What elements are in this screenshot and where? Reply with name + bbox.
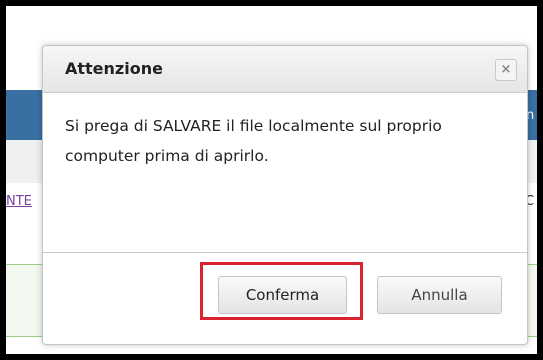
confirm-highlight-box	[200, 262, 363, 320]
dialog-message: Si prega di SALVARE il file localmente s…	[65, 117, 442, 165]
cancel-button[interactable]: Annulla	[377, 276, 502, 314]
dialog-title: Attenzione	[65, 59, 163, 78]
dialog-divider	[43, 252, 527, 253]
close-icon[interactable]: ×	[495, 59, 517, 81]
dialog-header: Attenzione ×	[43, 46, 527, 93]
background-link-fragment: NTE	[6, 194, 32, 209]
